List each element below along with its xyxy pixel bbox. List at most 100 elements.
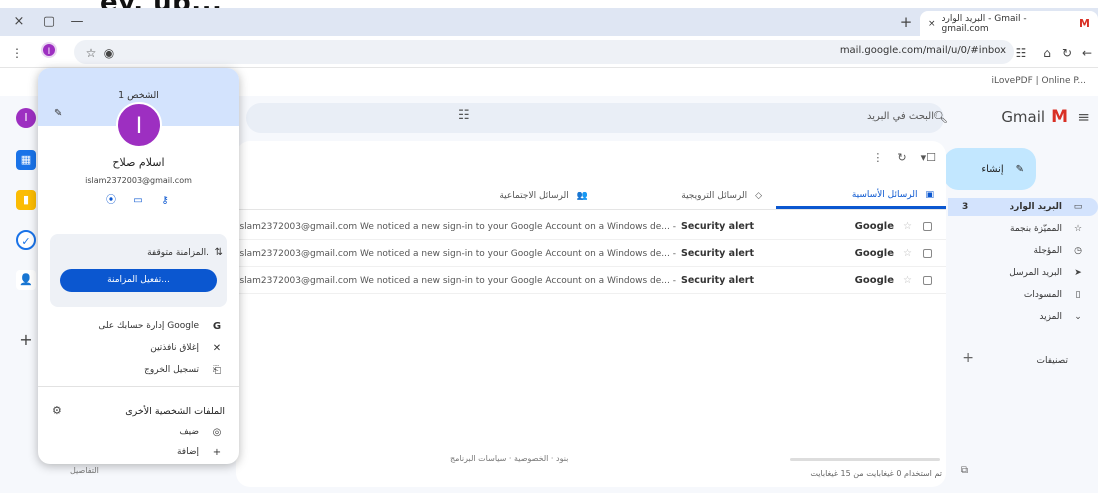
row-checkbox[interactable] [923,249,932,258]
star-icon: ☆ [1073,224,1083,234]
url-text[interactable]: mail.google.com/mail/u/0/#inbox [840,45,1006,56]
draft-icon: ▯ [1075,290,1081,300]
refresh-icon[interactable]: ↻ [897,151,906,164]
back-icon[interactable]: ← [1076,42,1098,64]
open-in-new-icon[interactable]: ⧉ [961,465,968,476]
menu-item-close-windows[interactable]: ✕ إغلاق نافذتين [150,340,223,356]
select-all-checkbox[interactable]: ▾☐ [921,151,936,164]
eye-icon[interactable]: ◉ [98,42,120,64]
menu-item-label: إغلاق نافذتين [150,343,199,353]
key-icon[interactable]: ⚷ [156,192,174,210]
tasks-icon[interactable]: ✓ [16,230,36,250]
add-app-icon[interactable]: + [16,330,36,350]
window-minimize-button[interactable]: — [64,8,90,36]
tab-label: الرسائل الترويجية [681,191,748,201]
unread-count: 3 [962,202,969,212]
details-link[interactable]: التفاصيل [70,466,99,475]
row-checkbox[interactable] [923,276,932,285]
tab-close-icon[interactable]: × [928,19,936,29]
new-tab-button[interactable]: + [894,10,918,34]
inbox-icon: ▭ [1073,202,1083,212]
tab-primary[interactable]: الرسائل الأساسية ▣ [776,183,946,209]
menu-item-label: ضيف [179,427,199,437]
more-options-icon[interactable]: ⋮ [872,151,883,164]
nav-label: البريد المرسل [1009,268,1062,278]
search-icon[interactable]: 🔍︎ [933,110,948,124]
site-settings-icon[interactable]: ☷ [1010,42,1032,64]
menu-item-add-profile[interactable]: + إضافة [177,444,223,460]
clock-icon: ◷ [1074,246,1082,256]
send-icon: ➤ [1074,268,1082,278]
email-preview: ws islam2372003@gmail.com We noticed a n… [236,275,676,286]
divider [38,386,239,387]
window-close-button[interactable]: × [6,8,32,36]
window-restore-button[interactable]: ▢ [36,8,62,36]
people-icon: 👥 [576,191,588,201]
nav-sent[interactable]: ➤ البريد المرسل [1009,264,1084,282]
profile-avatar: I [116,102,162,148]
labels-heading: تصنيفات [1036,356,1068,366]
other-profiles-heading: الملفات الشخصية الأخرى [125,406,225,417]
tab-gmail-inbox[interactable]: × البريد الوارد - Gmail - gmail.com M [920,11,1098,36]
email-sender: Google [854,275,894,286]
nav-label: المسودات [1023,290,1062,300]
nav-starred[interactable]: ☆ المميّزة بنجمة [1010,220,1084,238]
tag-icon: ◇ [755,191,762,201]
sync-status: المزامنة متوقفة. [147,248,209,258]
add-label-icon[interactable]: + [962,350,974,366]
location-icon[interactable]: ⦿ [102,192,120,210]
profile-display-name: اسلام صلاح [112,156,165,169]
reload-icon[interactable]: ↻ [1056,42,1078,64]
tab-promotions[interactable]: الرسائل الترويجية ◇ [681,183,762,209]
compose-button[interactable]: إنشاء ✎ [944,148,1036,190]
email-row[interactable]: ☆ Google Security alert ws islam2372003@… [236,241,946,267]
tab-label: الرسائل الاجتماعية [499,191,569,201]
row-checkbox[interactable] [923,222,932,231]
nav-snoozed[interactable]: ◷ المؤجلة [1034,242,1084,260]
email-row[interactable]: ☆ Google Security alert ws islam2372003@… [236,268,946,294]
gmail-logo[interactable]: Gmail M [1001,107,1068,127]
profile-name-title: الشخص 1 [118,90,159,101]
gmail-logo-icon: M [1051,107,1068,127]
google-icon: G [212,320,222,332]
star-icon[interactable]: ☆ [903,248,912,259]
nav-label: المزيد [1039,312,1062,322]
email-subject: Security alert [681,221,754,232]
nav-drafts[interactable]: ▯ المسودات [1024,286,1084,304]
sync-paused-icon: ⇅ [214,247,223,258]
menu-item-guest[interactable]: ◎ ضيف [179,424,223,440]
menu-item-sign-out[interactable]: ⎗ تسجيل الخروج [144,362,223,378]
contacts-icon[interactable]: 👤 [16,270,36,290]
keep-icon[interactable]: ▮ [16,190,36,210]
nav-inbox[interactable]: ▭ البريد الوارد 3 [948,198,1098,216]
calendar-icon[interactable]: ▦ [16,150,36,170]
card-icon[interactable]: ▭ [129,192,147,210]
account-avatar[interactable]: I [16,108,36,128]
home-icon[interactable]: ⌂ [1036,42,1058,64]
gmail-wordmark: Gmail [1001,108,1046,126]
edit-pencil-icon[interactable]: ✎ [54,108,62,119]
search-input[interactable]: البحث في البريد [867,111,934,122]
list-toolbar: ⋮ ↻ ▾☐ [872,151,936,164]
search-options-icon[interactable]: ☷ [458,108,470,123]
main-menu-icon[interactable]: ≡ [1077,108,1090,126]
guest-icon: ◎ [212,426,222,438]
tab-social[interactable]: الرسائل الاجتماعية 👥 [499,183,588,209]
storage-text: تم استخدام 0 غيغابايت من 15 غيغابايت [810,469,942,478]
search-bar[interactable] [246,103,944,133]
nav-more[interactable]: ⌄ المزيد [1039,308,1084,326]
menu-item-label: إضافة [176,447,199,457]
menu-item-manage-account[interactable]: G إدارة حسابك على Google [98,318,223,334]
email-row[interactable]: ☆ Google Security alert ws islam2372003@… [236,214,946,240]
close-icon: ✕ [212,342,222,354]
star-icon[interactable]: ☆ [903,275,912,286]
star-icon[interactable]: ☆ [903,221,912,232]
manage-profiles-gear-icon[interactable]: ⚙ [52,404,62,417]
profile-avatar-button[interactable]: I [41,42,57,58]
turn-on-sync-button[interactable]: تفعيل المزامنة... [60,269,217,292]
nav-label: البريد الوارد [1009,202,1062,212]
bookmark-ilovepdf[interactable]: iLovePDF | Online P... [991,76,1086,86]
email-preview: ws islam2372003@gmail.com We noticed a n… [236,248,676,259]
footer-links[interactable]: بنود · الخصوصية · سياسات البرنامج [450,454,568,463]
browser-menu-icon[interactable]: ⋮ [6,42,28,64]
